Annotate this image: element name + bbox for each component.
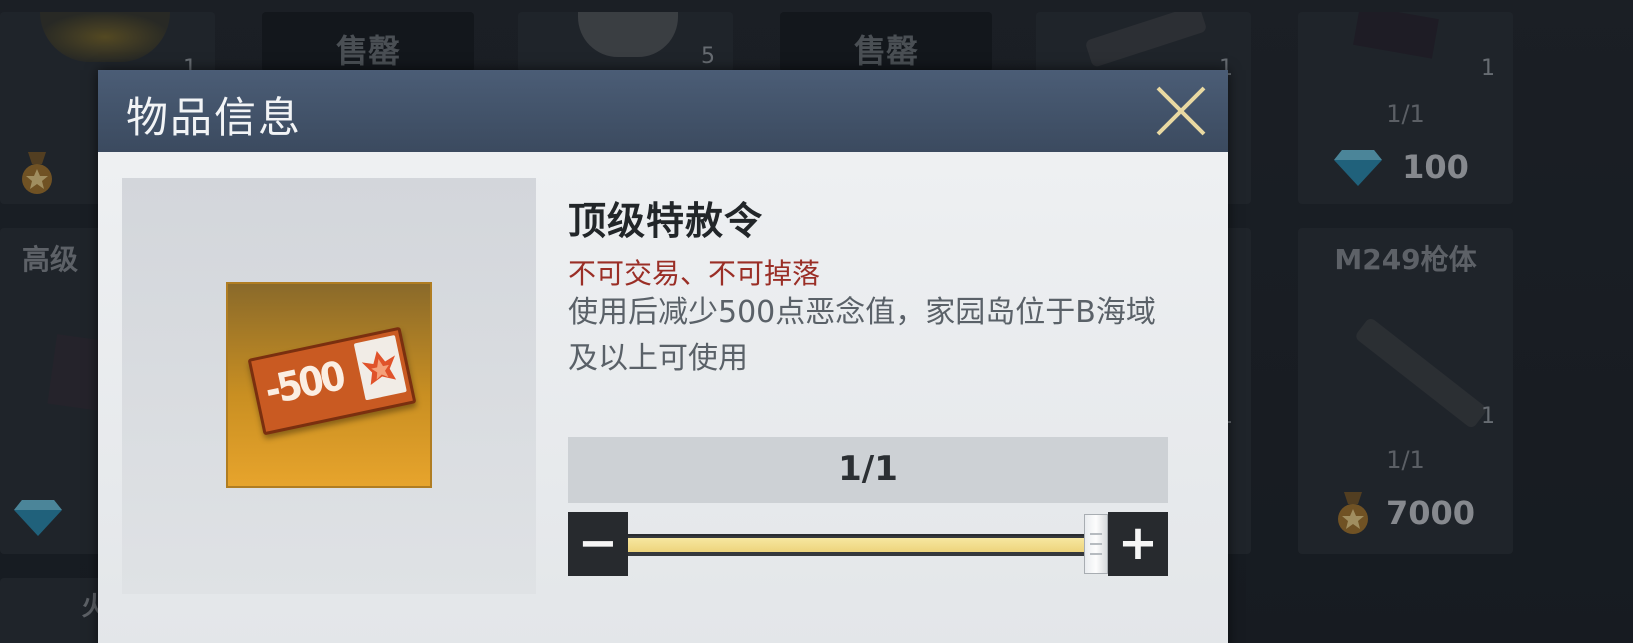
close-icon [1156, 86, 1206, 136]
shop-screen: 1 售罄 5 售罄 1 1 1/1 100 高级 枪体 1 [0, 0, 1633, 643]
slider-fill [628, 538, 1108, 552]
quantity-display: 1/1 [568, 437, 1168, 503]
decrease-button[interactable]: − [568, 512, 628, 576]
ticket-label: -500 [261, 353, 347, 415]
slider-thumb[interactable] [1084, 514, 1108, 574]
close-button[interactable] [1148, 78, 1214, 144]
dialog-title: 物品信息 [126, 93, 303, 142]
plus-icon: + [1117, 515, 1159, 571]
item-description: 使用后减少500点恶念值，家园岛位于B海域及以上可使用 [568, 295, 1156, 376]
item-icon-frame: -500 [226, 282, 432, 488]
dialog-body: -500 顶级特赦令 不可交易、不可掉落 使用后减少500点恶念值，家园岛位于B… [98, 152, 1228, 643]
ticket-icon: -500 [247, 326, 417, 436]
dialog-header: 物品信息 [98, 70, 1228, 152]
quantity-value: 1/1 [838, 449, 898, 489]
ticket-stub [353, 334, 407, 401]
item-name: 顶级特赦令 [568, 199, 764, 243]
quantity-slider[interactable]: − + [568, 512, 1168, 578]
minus-icon: − [577, 515, 619, 571]
item-preview: -500 [122, 178, 536, 594]
item-restriction: 不可交易、不可掉落 [568, 257, 821, 290]
increase-button[interactable]: + [1108, 512, 1168, 576]
phoenix-emblem-icon [361, 351, 397, 386]
item-info-dialog: 物品信息 -500 顶级特赦令 不可交易、不可掉落 使用后减少500点恶念值，家… [98, 70, 1228, 643]
slider-track[interactable] [628, 534, 1108, 556]
